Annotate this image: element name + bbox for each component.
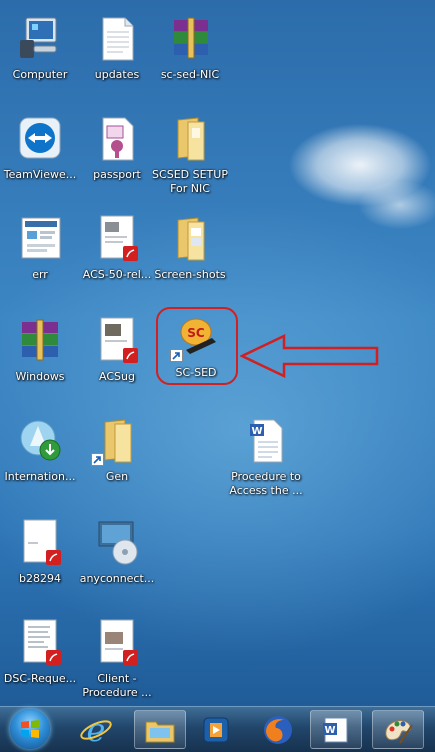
desktop-icon-label: Windows [15, 370, 65, 383]
desktop-icon-sc-sed-nic[interactable]: sc-sed-NIC [152, 14, 228, 82]
pdf-document-icon [93, 316, 141, 364]
desktop-icon-acs-50-rel[interactable]: ACS-50-rel... [79, 214, 155, 282]
desktop-icon-label: Procedure to Access the ... [229, 470, 303, 497]
svg-text:W: W [251, 426, 262, 437]
desktop-icon-teamviewer[interactable]: TeamViewe... [2, 114, 78, 182]
paint-icon[interactable] [372, 710, 424, 749]
installer-icon [16, 416, 64, 464]
winrar-archive-icon [166, 14, 214, 62]
desktop-icon-err[interactable]: err [2, 214, 78, 282]
media-player-icon[interactable] [190, 710, 242, 749]
desktop-icon-updates[interactable]: updates [79, 14, 155, 82]
winrar-archive-icon [16, 316, 64, 364]
highlight-rectangle [156, 307, 238, 385]
desktop-icon-label: SCSED SETUP For NIC [152, 168, 228, 195]
desktop-icon-anyconnect[interactable]: anyconnect... [79, 518, 155, 586]
pdf-document-icon [16, 618, 64, 666]
svg-text:W: W [324, 725, 335, 736]
desktop-icon-label: DSC-Reque... [3, 672, 77, 685]
desktop-icon-screen-shots[interactable]: Screen-shots [152, 214, 228, 282]
desktop-icon-label: Computer [12, 68, 68, 81]
anyconnect-installer-icon [93, 518, 141, 566]
desktop-icon-computer[interactable]: Computer [2, 14, 78, 82]
desktop-icon-label: TeamViewe... [3, 168, 77, 181]
annotation-arrow-icon [240, 334, 379, 378]
desktop-icon-label: updates [94, 68, 140, 81]
teamviewer-icon [16, 114, 64, 162]
windows-explorer-icon[interactable] [134, 710, 186, 749]
computer-icon [16, 14, 64, 62]
svg-text:e: e [87, 713, 106, 747]
desktop-icon-procedure-to-access[interactable]: W Procedure to Access the ... [224, 416, 308, 498]
desktop-icon-label: Gen [105, 470, 129, 483]
desktop-icon-label: Client - Procedure ... [82, 672, 152, 699]
desktop-icon-label: ACS-50-rel... [82, 268, 152, 281]
text-file-icon [93, 14, 141, 62]
desktop-icon-acsug[interactable]: ACSug [79, 316, 155, 384]
folder-shortcut-icon [91, 416, 141, 466]
desktop-icon-windows[interactable]: Windows [2, 316, 78, 384]
word-icon[interactable]: W [310, 710, 362, 749]
pdf-document-icon [93, 214, 141, 262]
folder-icon [166, 114, 214, 162]
start-orb-icon[interactable] [10, 709, 50, 749]
screenshot-image-icon [16, 214, 64, 262]
desktop-icon-label: sc-sed-NIC [160, 68, 220, 81]
desktop-icon-client-procedure[interactable]: Client - Procedure ... [79, 618, 155, 700]
desktop-icon-scsed-setup[interactable]: SCSED SETUP For NIC [152, 114, 228, 196]
desktop-icon-dsc-request[interactable]: DSC-Reque... [2, 618, 78, 686]
firefox-icon[interactable] [252, 710, 304, 749]
certificate-file-icon [93, 114, 141, 162]
desktop-icon-label: anyconnect... [79, 572, 155, 585]
shortcut-arrow-icon [91, 453, 104, 466]
desktop-icon-label: ACSug [99, 370, 135, 383]
desktop-icon-label: err [32, 268, 48, 281]
desktop-icon-internation[interactable]: Internation... [2, 416, 78, 484]
word-document-icon: W [242, 416, 290, 464]
internet-explorer-icon[interactable]: e [70, 710, 122, 749]
desktop-icon-label: passport [93, 168, 141, 181]
desktop[interactable]: Computer updates sc-sed-NIC TeamViewe...… [0, 0, 435, 706]
folder-icon [166, 214, 214, 262]
pdf-document-icon [16, 518, 64, 566]
desktop-icon-b28294[interactable]: b28294 [2, 518, 78, 586]
desktop-icon-passport[interactable]: passport [79, 114, 155, 182]
pdf-document-icon [93, 618, 141, 666]
taskbar: e W [0, 706, 435, 752]
desktop-icon-label: Internation... [4, 470, 76, 483]
desktop-icon-gen[interactable]: Gen [79, 416, 155, 484]
desktop-icon-label: b28294 [19, 572, 61, 585]
desktop-icon-label: Screen-shots [154, 268, 226, 281]
